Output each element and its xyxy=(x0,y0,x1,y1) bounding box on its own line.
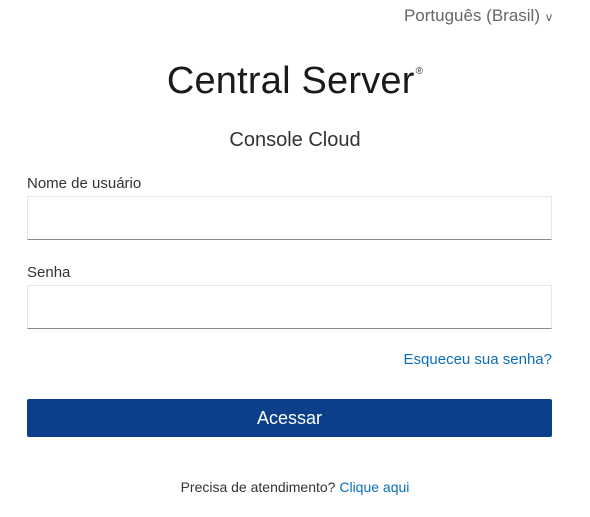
registered-mark: ® xyxy=(415,66,424,77)
password-input[interactable] xyxy=(27,285,552,329)
password-label: Senha xyxy=(27,264,71,281)
page-subtitle: Console Cloud xyxy=(229,129,361,151)
logo-text: Central Server xyxy=(166,60,415,102)
help-text: Precisa de atendimento? xyxy=(180,479,336,495)
login-button[interactable]: Acessar xyxy=(27,399,552,437)
forgot-password-link[interactable]: Esqueceu sua senha? xyxy=(404,351,552,368)
help-line: Precisa de atendimento? Clique aqui xyxy=(0,479,590,495)
chevron-down-icon: v xyxy=(546,10,552,24)
language-label: Português (Brasil) xyxy=(403,6,540,25)
help-link[interactable]: Clique aqui xyxy=(339,479,409,495)
username-label: Nome de usuário xyxy=(27,175,142,192)
brand-logo: Central Server® xyxy=(0,60,590,103)
username-input[interactable] xyxy=(27,196,552,240)
language-selector[interactable]: Português (Brasil) v xyxy=(404,6,552,26)
